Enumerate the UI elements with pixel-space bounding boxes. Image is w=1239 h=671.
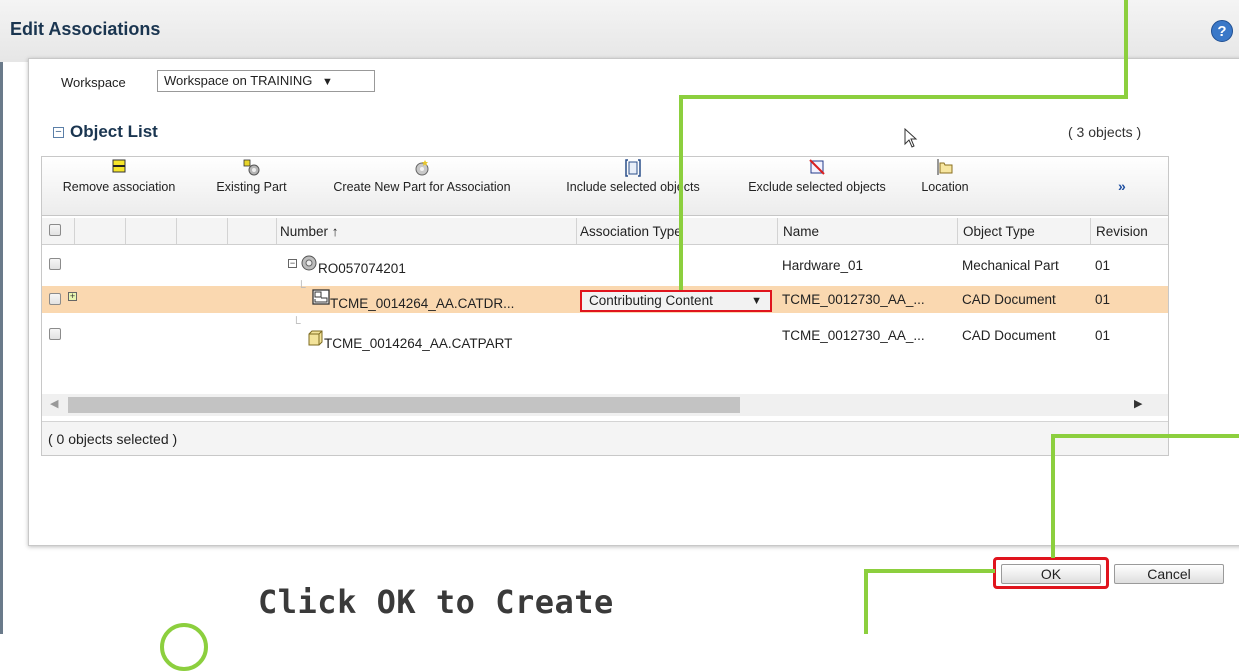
- column-header-name[interactable]: Name: [783, 224, 819, 239]
- create-new-part-button[interactable]: Create New Part for Association: [306, 159, 538, 194]
- column-divider: [276, 218, 277, 244]
- cad-drawing-icon: [312, 289, 330, 310]
- scroll-left-icon[interactable]: ◀: [50, 397, 58, 410]
- column-divider: [777, 218, 778, 244]
- collapse-tree-icon[interactable]: −: [288, 259, 297, 268]
- workspace-select-value: Workspace on TRAINING: [164, 73, 313, 88]
- scrollbar-thumb[interactable]: [68, 397, 740, 413]
- row-name: TCME_0012730_AA_...: [782, 292, 925, 307]
- row-revision: 01: [1095, 328, 1111, 343]
- row-checkbox[interactable]: [49, 258, 61, 270]
- location-button[interactable]: Location: [912, 159, 978, 194]
- workspace-label: Workspace: [61, 75, 126, 90]
- column-header-number[interactable]: Number ↑: [280, 224, 339, 239]
- instruction-text: Click OK to Create: [258, 583, 614, 621]
- row-revision: 01: [1095, 292, 1111, 307]
- column-divider: [957, 218, 958, 244]
- remove-association-icon: [42, 159, 196, 179]
- tree-connector: └: [297, 280, 306, 294]
- dialog-title-bar: Edit Associations: [0, 0, 1239, 62]
- column-divider: [74, 218, 75, 244]
- step-circle-icon: [160, 623, 208, 671]
- help-icon[interactable]: ?: [1211, 20, 1233, 42]
- callout-line: [1124, 0, 1128, 99]
- column-divider: [227, 218, 228, 244]
- tree-connector: └: [292, 316, 301, 330]
- row-number[interactable]: TCME_0014264_AA.CATDR...: [330, 296, 514, 311]
- column-header-object-type[interactable]: Object Type: [963, 224, 1035, 239]
- dialog-title: Edit Associations: [10, 19, 161, 39]
- select-all-checkbox[interactable]: [49, 224, 61, 236]
- existing-part-button[interactable]: Existing Part: [200, 159, 303, 194]
- cancel-button[interactable]: Cancel: [1114, 564, 1224, 584]
- more-actions-icon[interactable]: »: [1118, 178, 1126, 194]
- association-type-value: Contributing Content: [589, 293, 713, 308]
- collapse-object-list-icon[interactable]: −: [53, 127, 64, 138]
- callout-line: [864, 569, 868, 634]
- callout-line: [1051, 434, 1055, 558]
- object-count: ( 3 objects ): [1068, 124, 1142, 140]
- object-list-toolbar: Remove association Existing Part Create …: [42, 157, 1168, 216]
- scroll-right-icon[interactable]: ▶: [1134, 397, 1142, 410]
- row-object-type: CAD Document: [962, 292, 1056, 307]
- selection-count: ( 0 objects selected ): [42, 421, 1168, 455]
- table-row[interactable]: └ TCME_0014264_AA.CATPART TCME_0012730_A…: [42, 316, 1168, 351]
- callout-line: [864, 569, 995, 573]
- callout-line: [679, 95, 1128, 99]
- chevron-down-icon: ▼: [321, 76, 333, 88]
- callout-line: [679, 95, 683, 290]
- include-selected-objects-button[interactable]: Include selected objects: [542, 159, 724, 194]
- left-edge-bar: [0, 0, 3, 634]
- column-header-association-type[interactable]: Association Type: [580, 224, 682, 239]
- row-name: Hardware_01: [782, 258, 864, 273]
- cad-part-icon: [306, 329, 324, 350]
- object-list-title: Object List: [70, 122, 158, 141]
- row-revision: 01: [1095, 258, 1111, 273]
- create-new-part-icon: [306, 159, 538, 179]
- callout-line: [1051, 434, 1239, 438]
- table-header: Number ↑ Association Type Name Object Ty…: [42, 218, 1168, 245]
- column-header-revision[interactable]: Revision: [1096, 224, 1148, 239]
- column-divider: [1090, 218, 1091, 244]
- row-object-type: CAD Document: [962, 328, 1056, 343]
- column-divider: [125, 218, 126, 244]
- association-type-select[interactable]: Contributing Content ▼: [580, 290, 772, 312]
- mouse-cursor-icon: [904, 127, 918, 153]
- row-number[interactable]: TCME_0014264_AA.CATPART: [324, 336, 512, 351]
- expand-row-icon[interactable]: +: [68, 292, 77, 301]
- existing-part-icon: [200, 159, 303, 179]
- chevron-down-icon: ▼: [751, 295, 762, 307]
- remove-association-button[interactable]: Remove association: [42, 159, 196, 194]
- column-divider: [576, 218, 577, 244]
- workspace-select[interactable]: Workspace on TRAINING ▼: [157, 70, 375, 92]
- row-checkbox[interactable]: [49, 328, 61, 340]
- exclude-objects-icon: [728, 159, 906, 179]
- mechanical-part-icon: [300, 254, 318, 275]
- row-object-type: Mechanical Part: [962, 258, 1059, 273]
- row-checkbox[interactable]: [49, 293, 61, 305]
- table-row[interactable]: − RO057074201 Hardware_01 Mechanical Par…: [42, 251, 1168, 278]
- row-name: TCME_0012730_AA_...: [782, 328, 925, 343]
- include-objects-icon: [542, 159, 724, 179]
- row-number[interactable]: RO057074201: [318, 261, 406, 276]
- location-folder-icon: [912, 159, 978, 179]
- exclude-selected-objects-button[interactable]: Exclude selected objects: [728, 159, 906, 194]
- ok-button-highlight: [993, 557, 1109, 589]
- column-divider: [176, 218, 177, 244]
